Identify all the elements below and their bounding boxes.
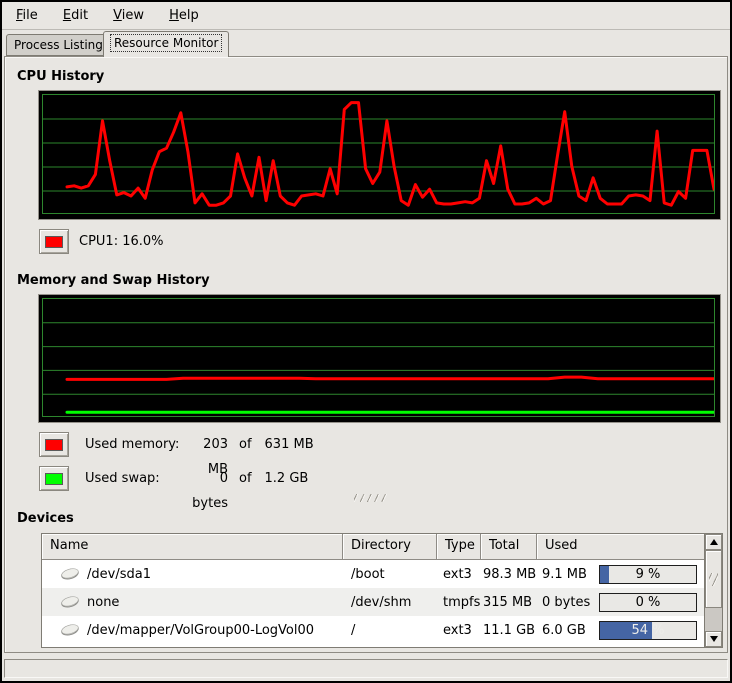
- device-total: 98.3 MB: [481, 567, 537, 582]
- tab-label: Process Listing: [14, 38, 103, 52]
- menu-edit[interactable]: Edit: [53, 2, 98, 29]
- disk-icon: [60, 595, 80, 609]
- swap-color-button[interactable]: [39, 466, 69, 491]
- cpu-history-graph: [38, 90, 721, 220]
- device-used: 9.1 MB: [542, 567, 587, 582]
- vertical-scrollbar[interactable]: [704, 534, 722, 647]
- progress-label: 54 %: [600, 622, 696, 639]
- device-total: 315 MB: [481, 595, 537, 610]
- arrow-up-icon: [710, 539, 718, 545]
- scrollbar-thumb[interactable]: [705, 550, 722, 608]
- scrollbar-trough[interactable]: [705, 608, 722, 631]
- device-name: /dev/mapper/VolGroup00-LogVol00: [87, 623, 314, 638]
- swap-total-value: 1.2 GB: [265, 466, 309, 516]
- swap-legend-row: Used swap: 0 bytes of 1.2 GB: [85, 466, 308, 516]
- devices-table-header: Name Directory Type Total Used: [42, 534, 704, 560]
- devices-title: Devices: [17, 511, 74, 526]
- system-monitor-window: File Edit View Help Process Listing Reso…: [0, 0, 732, 683]
- table-row[interactable]: none /dev/shm tmpfs 315 MB 0 bytes 0 %: [42, 588, 704, 616]
- device-type: tmpfs: [437, 595, 481, 610]
- swap-legend-label: Used swap:: [85, 466, 182, 516]
- memory-swap-chart: [42, 298, 715, 417]
- scroll-up-button[interactable]: [705, 534, 722, 550]
- device-directory: /dev/shm: [343, 595, 437, 610]
- scroll-down-button[interactable]: [705, 631, 722, 647]
- menu-view[interactable]: View: [103, 2, 154, 29]
- device-name: none: [87, 595, 119, 610]
- arrow-down-icon: [710, 636, 718, 642]
- usage-progress-bar: 9 %: [599, 565, 697, 584]
- cpu-color-button[interactable]: [39, 229, 69, 254]
- disk-icon: [60, 623, 80, 637]
- disk-icon: [60, 567, 80, 581]
- memory-swap-title: Memory and Swap History: [17, 273, 210, 288]
- cpu-color-swatch: [45, 236, 63, 248]
- progress-label: 0 %: [600, 594, 696, 611]
- column-header-type[interactable]: Type: [437, 534, 481, 560]
- status-bar: [4, 659, 728, 678]
- devices-table-body: Name Directory Type Total Used /dev/sda1…: [42, 534, 704, 647]
- swap-color-swatch: [45, 473, 63, 485]
- device-type: ext3: [437, 567, 481, 582]
- progress-label: 9 %: [600, 566, 696, 583]
- swap-used-value: 0 bytes: [182, 466, 228, 516]
- device-directory: /: [343, 623, 437, 638]
- memory-color-button[interactable]: [39, 432, 69, 457]
- devices-table: Name Directory Type Total Used /dev/sda1…: [41, 533, 723, 648]
- device-type: ext3: [437, 623, 481, 638]
- tab-process-listing[interactable]: Process Listing: [6, 34, 111, 56]
- tab-resource-monitor[interactable]: Resource Monitor: [103, 31, 229, 57]
- device-total: 11.1 GB: [481, 623, 537, 638]
- device-name: /dev/sda1: [87, 567, 151, 582]
- memory-swap-graph: [38, 294, 721, 423]
- menubar: File Edit View Help: [2, 2, 730, 30]
- resource-monitor-page: CPU History CPU1: 16.0% Memory and Swap …: [4, 56, 728, 653]
- table-row[interactable]: /dev/mapper/VolGroup00-LogVol00 / ext3 1…: [42, 616, 704, 644]
- usage-progress-bar: 54 %: [599, 621, 697, 640]
- tab-label: Resource Monitor: [111, 35, 221, 51]
- menu-help[interactable]: Help: [159, 2, 209, 29]
- thumb-grip-icon: [709, 573, 718, 586]
- cpu-legend-label: CPU1: 16.0%: [79, 229, 164, 254]
- cpu-history-title: CPU History: [17, 69, 104, 84]
- memory-color-swatch: [45, 439, 63, 451]
- cpu-history-chart: [42, 94, 715, 214]
- swap-of-text: of: [239, 466, 252, 516]
- pane-resize-grip[interactable]: [354, 494, 388, 502]
- column-header-total[interactable]: Total: [481, 534, 537, 560]
- menu-file[interactable]: File: [6, 2, 48, 29]
- column-header-used[interactable]: Used: [537, 534, 704, 560]
- column-header-name[interactable]: Name: [42, 534, 343, 560]
- device-used: 0 bytes: [542, 595, 590, 610]
- table-row[interactable]: /dev/sda1 /boot ext3 98.3 MB 9.1 MB 9 %: [42, 560, 704, 588]
- usage-progress-bar: 0 %: [599, 593, 697, 612]
- column-header-directory[interactable]: Directory: [343, 534, 437, 560]
- device-used: 6.0 GB: [542, 623, 586, 638]
- device-directory: /boot: [343, 567, 437, 582]
